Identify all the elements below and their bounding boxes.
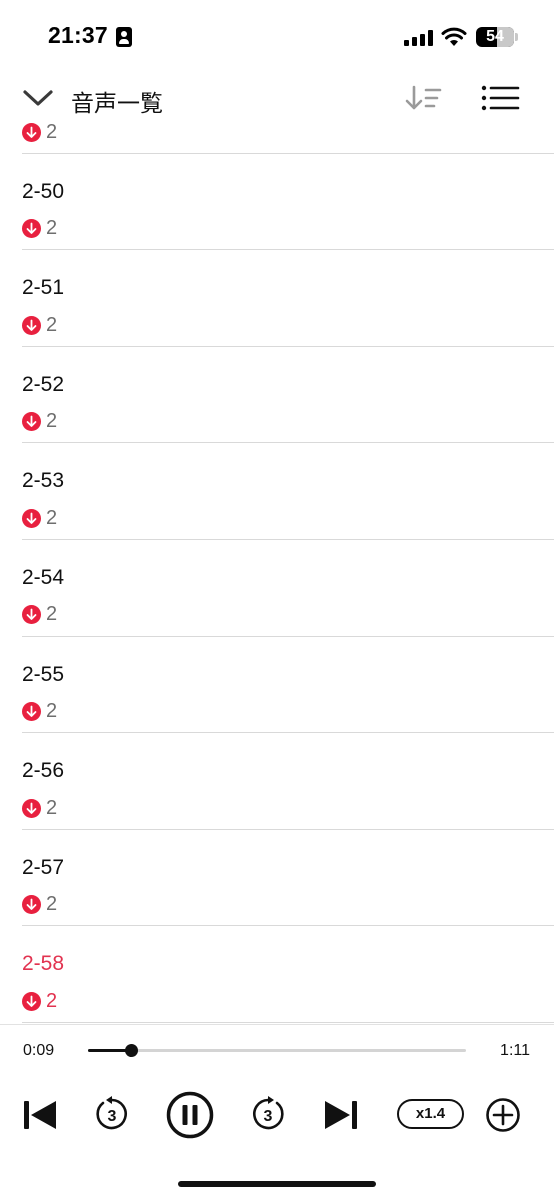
status-time: 21:37 (48, 22, 108, 48)
status-bar: 21:37 54 (0, 0, 554, 70)
downloaded-icon (22, 122, 41, 142)
downloaded-icon (22, 798, 41, 818)
previous-track-icon[interactable] (22, 1098, 58, 1132)
item-title: 2-52 (22, 372, 65, 396)
item-count: 2 (46, 410, 58, 433)
downloaded-icon (22, 219, 41, 239)
downloaded-icon (22, 895, 41, 915)
item-meta: 2 (22, 989, 57, 1013)
list-item[interactable]: 2-58 2 (22, 926, 554, 1023)
item-meta: 2 (22, 603, 57, 627)
item-title: 2-53 (22, 469, 65, 493)
list-item[interactable]: 2-53 2 (22, 443, 554, 540)
item-count: 2 (46, 796, 58, 819)
item-count: 2 (46, 603, 58, 626)
item-title: 2-50 (22, 179, 65, 203)
skip-forward-label: 3 (264, 1108, 273, 1125)
player-bar: 0:09 1:11 3 3 x1.4 (0, 1024, 554, 1199)
item-title: 2-57 (22, 855, 65, 879)
downloaded-icon (22, 508, 41, 528)
item-title: 2-54 (22, 565, 65, 589)
list-item[interactable]: 2-50 2 (22, 154, 554, 251)
item-title: 2-56 (22, 759, 65, 783)
total-time: 1:11 (500, 1042, 530, 1059)
downloaded-icon (22, 315, 41, 335)
skip-back-label: 3 (108, 1108, 117, 1125)
next-track-icon[interactable] (323, 1098, 359, 1132)
wifi-icon (441, 27, 467, 46)
item-meta: 2 (22, 313, 57, 337)
list-item[interactable]: 2-52 2 (22, 347, 554, 444)
list-item[interactable]: 2-57 2 (22, 830, 554, 927)
item-count: 2 (46, 893, 58, 916)
progress-slider[interactable] (88, 1044, 466, 1057)
downloaded-icon (22, 605, 41, 625)
list-item-partial[interactable]: 2 (22, 118, 554, 154)
item-count: 2 (46, 700, 58, 723)
battery-tip (515, 33, 518, 41)
audio-list[interactable]: 2 2-50 2 2-51 2 2-52 2 2-53 2 2-54 2 2-5… (0, 118, 554, 1024)
list-item[interactable]: 2-55 2 (22, 637, 554, 734)
battery-icon: 54 (476, 27, 514, 47)
item-title: 2-55 (22, 662, 65, 686)
menu-list-icon[interactable] (480, 84, 520, 114)
battery-percent: 54 (486, 28, 504, 45)
item-meta: 2 (22, 796, 57, 820)
downloaded-icon (22, 702, 41, 722)
item-count: 2 (46, 217, 58, 240)
add-icon[interactable] (485, 1097, 521, 1133)
item-meta: 2 (22, 410, 57, 434)
item-meta: 2 (22, 893, 57, 917)
downloaded-icon (22, 412, 41, 432)
item-meta: 2 (22, 217, 57, 241)
item-count: 2 (46, 313, 58, 336)
progress-thumb[interactable] (125, 1044, 139, 1057)
cellular-signal-icon (404, 30, 434, 46)
item-meta: 2 (22, 120, 57, 144)
item-count: 2 (46, 120, 58, 143)
list-item[interactable]: 2-54 2 (22, 540, 554, 637)
skip-back-icon[interactable]: 3 (93, 1095, 131, 1133)
list-item[interactable]: 2-56 2 (22, 733, 554, 830)
list-item[interactable]: 2-51 2 (22, 250, 554, 347)
item-title: 2-58 (22, 952, 65, 976)
chevron-down-icon[interactable] (22, 86, 54, 110)
elapsed-time: 0:09 (23, 1042, 55, 1059)
page-title: 音声一覧 (71, 90, 163, 116)
home-indicator (178, 1181, 376, 1187)
skip-forward-icon[interactable]: 3 (249, 1095, 287, 1133)
playback-speed-button[interactable]: x1.4 (397, 1099, 464, 1129)
item-count: 2 (46, 506, 58, 529)
item-title: 2-51 (22, 276, 65, 300)
item-meta: 2 (22, 700, 57, 724)
contact-card-icon (116, 27, 132, 47)
item-count: 2 (46, 989, 58, 1012)
item-meta: 2 (22, 506, 57, 530)
downloaded-icon (22, 991, 41, 1011)
pause-icon[interactable] (166, 1091, 214, 1139)
sort-icon[interactable] (404, 84, 444, 114)
